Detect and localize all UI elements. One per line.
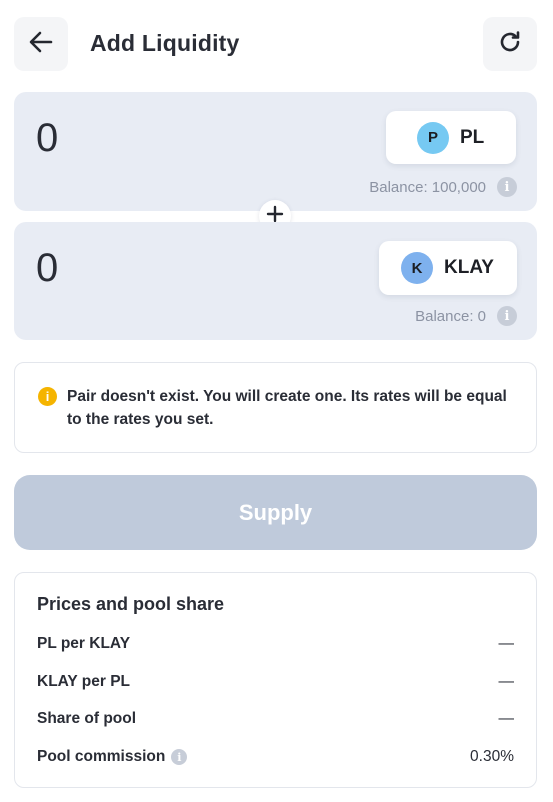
price-row-label: KLAY per PL: [37, 673, 131, 690]
token-b-avatar: K: [401, 252, 433, 284]
token-a-avatar: P: [417, 121, 449, 154]
price-row: Share of pool —: [37, 710, 514, 728]
pair-notice: i Pair doesn't exist. You will create on…: [14, 362, 537, 453]
refresh-button[interactable]: [483, 17, 537, 71]
price-row-label: Pool commission: [37, 748, 166, 765]
token-b-balance: Balance: 0: [415, 307, 486, 325]
notice-text: Pair doesn't exist. You will create one.…: [67, 388, 507, 428]
token-b-balance-row: Balance: 0 i: [415, 306, 517, 326]
token-a-amount-input[interactable]: [36, 116, 236, 160]
token-a-select-button[interactable]: P PL: [386, 111, 516, 164]
token-a-panel: P PL Balance: 100,000 i: [14, 92, 537, 211]
price-row: Pool commission i 0.30%: [37, 748, 514, 766]
price-row-value: —: [498, 710, 515, 727]
price-row: PL per KLAY —: [37, 635, 514, 653]
warning-info-icon: i: [38, 387, 57, 406]
supply-button[interactable]: Supply: [14, 475, 537, 550]
prices-card: Prices and pool share PL per KLAY — KLAY…: [14, 572, 537, 788]
token-b-panel: K KLAY Balance: 0 i: [14, 222, 537, 340]
page-title: Add Liquidity: [90, 30, 240, 56]
pool-commission-label-wrap: Pool commission i: [37, 748, 188, 766]
price-row: KLAY per PL —: [37, 673, 514, 691]
token-b-amount-input[interactable]: [36, 246, 236, 290]
token-a-balance-row: Balance: 100,000 i: [369, 177, 517, 197]
price-row-value: —: [498, 635, 515, 652]
add-liquidity-page: Add Liquidity P PL Balance: 100,000 i: [0, 0, 553, 802]
refresh-icon: [496, 28, 524, 61]
prices-title: Prices and pool share: [37, 594, 225, 614]
token-a-symbol: PL: [460, 126, 485, 148]
arrow-left-icon: [27, 28, 55, 61]
info-icon[interactable]: i: [497, 177, 517, 197]
token-a-balance: Balance: 100,000: [369, 178, 486, 196]
back-button[interactable]: [14, 17, 68, 71]
token-b-symbol: KLAY: [444, 257, 494, 278]
price-row-label: PL per KLAY: [37, 635, 131, 652]
price-row-value: —: [498, 673, 515, 690]
token-b-select-button[interactable]: K KLAY: [379, 241, 517, 295]
info-icon[interactable]: i: [497, 306, 517, 326]
price-row-label: Share of pool: [37, 710, 137, 727]
info-icon[interactable]: i: [171, 749, 188, 765]
price-row-value: 0.30%: [470, 748, 514, 765]
